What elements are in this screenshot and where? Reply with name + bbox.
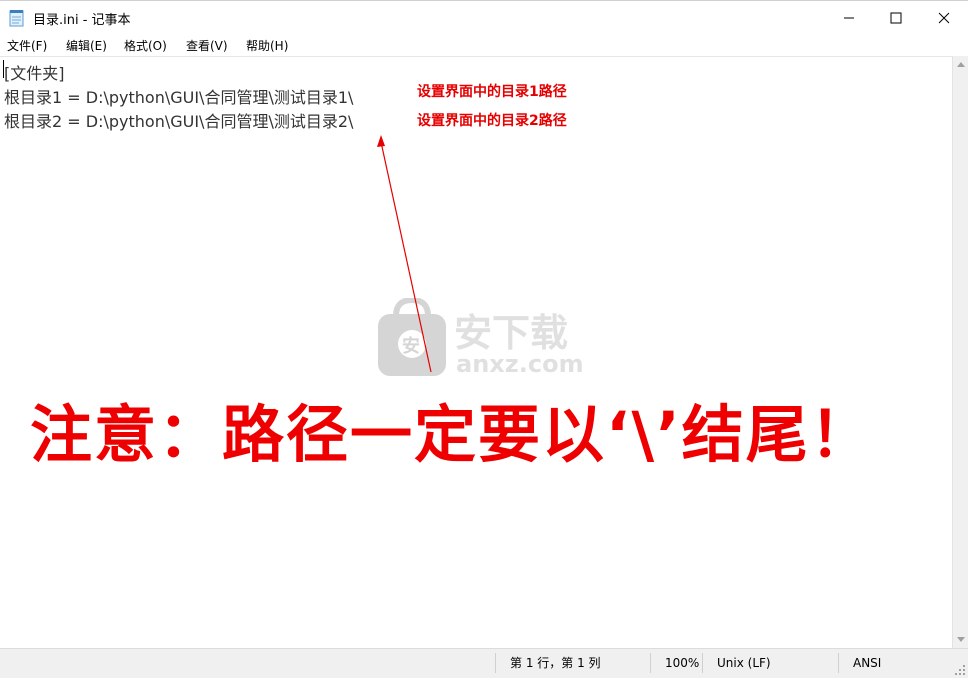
resize-grip-icon[interactable]: [954, 664, 966, 676]
annotation-arrow: [377, 135, 432, 373]
status-zoom: 100%: [650, 653, 702, 673]
status-encoding: ANSI: [838, 653, 948, 673]
status-bar: 第 1 行，第 1 列 100% Unix (LF) ANSI: [0, 648, 968, 678]
annotation-warning: 注意：路径一定要以‘\’结尾！: [30, 398, 874, 471]
status-line-ending: Unix (LF): [702, 653, 838, 673]
status-cursor-position: 第 1 行，第 1 列: [495, 653, 650, 673]
